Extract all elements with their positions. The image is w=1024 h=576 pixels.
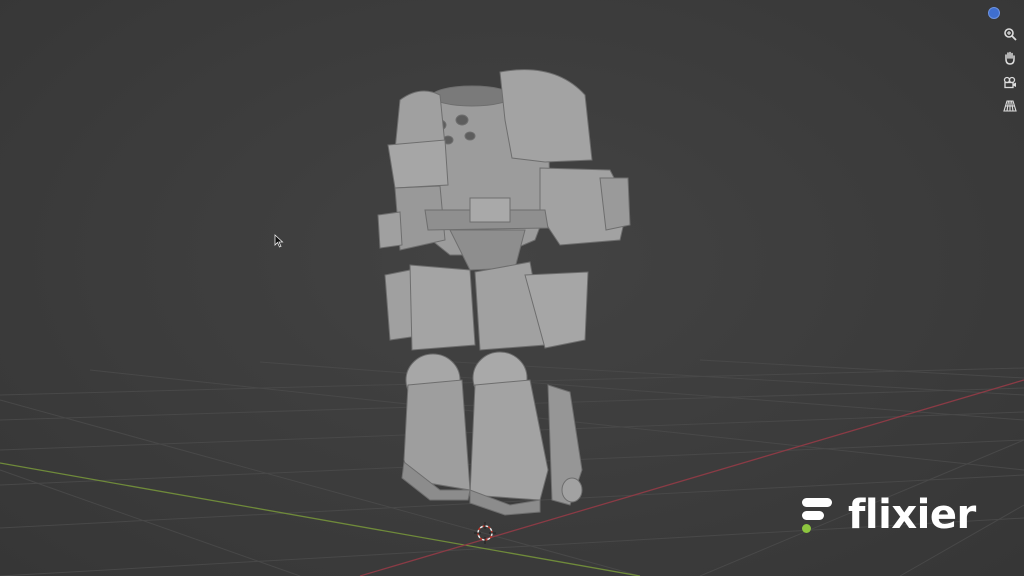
zoom-icon[interactable] bbox=[1000, 24, 1020, 44]
mouse-pointer-icon bbox=[274, 234, 284, 248]
flixier-watermark: flixier bbox=[800, 492, 976, 538]
armor-model bbox=[377, 69, 631, 516]
flixier-logo-icon bbox=[802, 498, 832, 533]
flixier-wordmark: flixier bbox=[848, 492, 976, 538]
orientation-gizmo[interactable] bbox=[988, 7, 1000, 19]
3d-viewport[interactable]: flixier bbox=[0, 0, 1024, 576]
viewport-scene bbox=[0, 69, 1024, 576]
hand-pan-icon[interactable] bbox=[1000, 48, 1020, 68]
camera-icon[interactable] bbox=[1000, 72, 1020, 92]
perspective-grid-icon[interactable] bbox=[1000, 96, 1020, 116]
